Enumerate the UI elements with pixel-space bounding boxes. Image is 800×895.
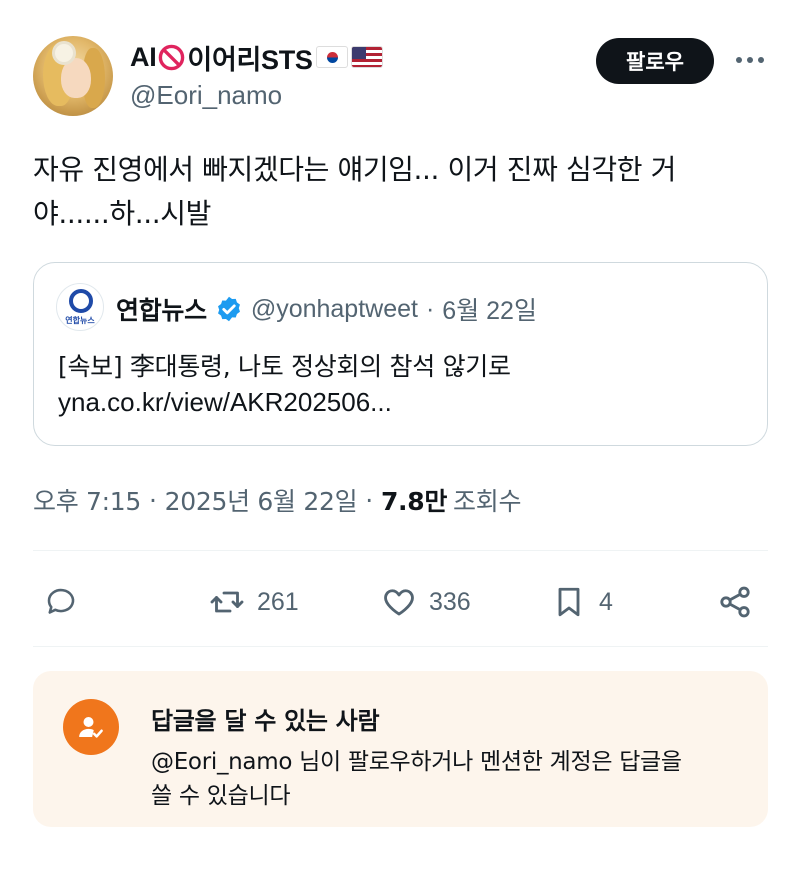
author-avatar[interactable] xyxy=(33,36,113,116)
views-count[interactable]: 7.8만 xyxy=(381,482,447,518)
meta-separator-2: · xyxy=(365,485,373,515)
quoted-author-avatar[interactable]: 연합뉴스 xyxy=(56,283,104,331)
reply-restriction-notice: 답글을 달 수 있는 사람 @Eori_namo 님이 팔로우하거나 멘션한 계… xyxy=(33,671,768,827)
reply-icon xyxy=(47,588,75,614)
quoted-avatar-label: 연합뉴스 xyxy=(65,316,95,325)
quoted-tweet-header: 연합뉴스 @yonhaptweet · 6월 22일 xyxy=(116,291,537,327)
tweet-header: AI 이어리STS @Eori_namo 팔로우 xyxy=(33,36,773,118)
author-display-name-prefix[interactable]: AI xyxy=(130,42,157,73)
quoted-author-handle[interactable]: @yonhaptweet xyxy=(251,295,418,324)
action-bar: 261 336 4 xyxy=(33,580,768,624)
author-handle[interactable]: @Eori_namo xyxy=(130,80,282,111)
share-button[interactable] xyxy=(717,580,753,624)
like-button[interactable]: 336 xyxy=(381,580,471,624)
separator-dot: · xyxy=(425,294,435,323)
tweet-text-line-2: 야......하...시발 xyxy=(33,197,211,230)
us-flag-icon xyxy=(350,46,383,68)
retweet-icon xyxy=(210,591,244,613)
meta-separator: · xyxy=(149,485,157,515)
tweet-text-line-1: 자유 진영에서 빠지겠다는 얘기임... 이거 진짜 심각한 거 xyxy=(33,153,676,186)
kr-flag-icon xyxy=(315,46,348,68)
reply-notice-description: @Eori_namo 님이 팔로우하거나 멘션한 계정은 답글을 쓸 수 있습니… xyxy=(151,745,751,813)
more-options-icon[interactable] xyxy=(733,48,767,72)
reply-button[interactable] xyxy=(43,580,79,624)
reply-notice-line-1: @Eori_namo 님이 팔로우하거나 멘션한 계정은 답글을 xyxy=(151,749,682,775)
quoted-tweet[interactable]: 연합뉴스 연합뉴스 @yonhaptweet · 6월 22일 [속보] 李대통… xyxy=(33,262,768,446)
share-icon xyxy=(720,586,750,618)
retweet-count: 261 xyxy=(257,587,299,616)
verified-badge-icon xyxy=(217,296,240,322)
views-label[interactable]: 조회수 xyxy=(453,482,521,518)
retweet-button[interactable]: 261 xyxy=(209,580,299,624)
divider-top xyxy=(33,550,768,551)
bookmark-button[interactable]: 4 xyxy=(551,580,613,624)
bookmark-count: 4 xyxy=(599,587,613,616)
quoted-tweet-text: [속보] 李대통령, 나토 정상회의 참석 않기로 xyxy=(58,352,511,381)
prohibited-icon xyxy=(159,44,185,70)
tweet-meta: 오후 7:15 · 2025년 6월 22일 · 7.8만 조회수 xyxy=(33,482,521,518)
quoted-author-name[interactable]: 연합뉴스 xyxy=(116,291,207,327)
author-display-name-suffix[interactable]: 이어리STS xyxy=(187,38,313,77)
author-name-line[interactable]: AI 이어리STS xyxy=(130,38,383,77)
tweet-date[interactable]: 2025년 6월 22일 xyxy=(165,482,358,518)
bookmark-icon xyxy=(558,587,580,617)
reply-notice-title: 답글을 달 수 있는 사람 xyxy=(151,707,380,735)
follow-button[interactable]: 팔로우 xyxy=(596,38,714,84)
quoted-tweet-date[interactable]: 6월 22일 xyxy=(442,291,537,327)
divider-bottom xyxy=(33,646,768,647)
like-count: 336 xyxy=(429,587,471,616)
tweet-time[interactable]: 오후 7:15 xyxy=(33,482,141,518)
tweet-text: 자유 진영에서 빠지겠다는 얘기임... 이거 진짜 심각한 거 야......… xyxy=(33,148,773,236)
reply-notice-line-2: 쓸 수 있습니다 xyxy=(151,783,291,809)
heart-icon xyxy=(384,589,414,616)
person-check-icon xyxy=(63,699,119,755)
quoted-tweet-link[interactable]: yna.co.kr/view/AKR202506... xyxy=(58,387,392,418)
